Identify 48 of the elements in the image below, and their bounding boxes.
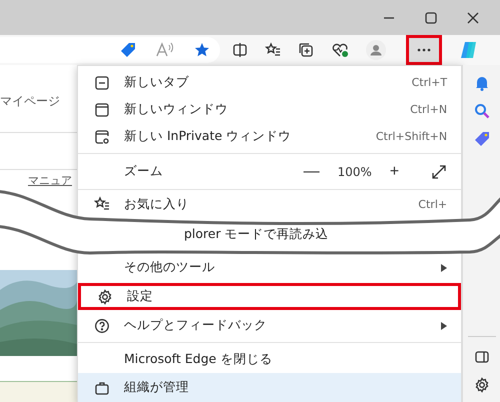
- menu-item[interactable]: 新しいウィンドウ Ctrl+N: [78, 96, 462, 123]
- menu-item[interactable]: 新しい InPrivate ウィンドウ Ctrl+Shift+N: [78, 123, 462, 150]
- shortcut-text: Ctrl+: [418, 198, 448, 210]
- page-link[interactable]: マイページ: [0, 93, 77, 110]
- favorites-icon[interactable]: [265, 42, 281, 58]
- managed-by-org-item[interactable]: 組織が管理: [78, 373, 462, 402]
- page-link[interactable]: マニュア: [28, 173, 77, 188]
- window-icon: [94, 102, 110, 118]
- maximize-icon: [425, 12, 437, 24]
- menu-item[interactable]: お気に入り Ctrl+: [78, 193, 462, 215]
- more-button[interactable]: [406, 35, 442, 65]
- help-icon: [94, 318, 110, 334]
- submenu-arrow-icon: [441, 264, 448, 272]
- inprivate-window-icon: [94, 128, 110, 144]
- more-icon: [417, 48, 431, 52]
- shortcut-text: Ctrl+Shift+N: [376, 130, 448, 143]
- fullscreen-icon[interactable]: [431, 164, 448, 180]
- search-icon[interactable]: [474, 103, 490, 119]
- profile-icon[interactable]: [366, 40, 386, 60]
- favorites-icon: [94, 196, 110, 212]
- tab-icon: [94, 74, 110, 90]
- zoom-value: 100%: [337, 164, 372, 178]
- zoom-in-button[interactable]: +: [386, 164, 404, 180]
- menu-item[interactable]: その他のツール: [78, 254, 462, 281]
- heart-icon[interactable]: [331, 42, 349, 58]
- star-icon[interactable]: [194, 42, 210, 58]
- settings-icon[interactable]: [474, 377, 490, 393]
- menu-item[interactable]: 新しいタブ Ctrl+T: [78, 69, 462, 96]
- menu-item[interactable]: 設定: [78, 283, 462, 310]
- settings-icon: [97, 288, 113, 304]
- bell-icon[interactable]: [474, 75, 490, 91]
- close-icon: [467, 12, 479, 24]
- submenu-arrow-icon: [441, 322, 448, 330]
- side-panel-icon[interactable]: [474, 349, 490, 365]
- collections-icon[interactable]: [298, 42, 314, 58]
- split-screen-icon[interactable]: [232, 42, 248, 58]
- menu-item[interactable]: plorer モードで再読み込: [184, 226, 448, 243]
- menu-item[interactable]: Microsoft Edge を閉じる: [78, 346, 462, 373]
- tag-icon[interactable]: [474, 131, 490, 147]
- menu-item[interactable]: ヘルプとフィードバック: [78, 312, 462, 339]
- shortcut-text: Ctrl+T: [412, 76, 448, 89]
- zoom-out-button[interactable]: —: [299, 164, 324, 180]
- copilot-icon[interactable]: [459, 40, 479, 60]
- read-aloud-icon[interactable]: [156, 42, 174, 58]
- tag-icon[interactable]: [120, 42, 136, 58]
- briefcase-icon: [94, 380, 110, 396]
- shortcut-text: Ctrl+N: [410, 103, 448, 116]
- menu-item-label: ズーム: [124, 163, 164, 180]
